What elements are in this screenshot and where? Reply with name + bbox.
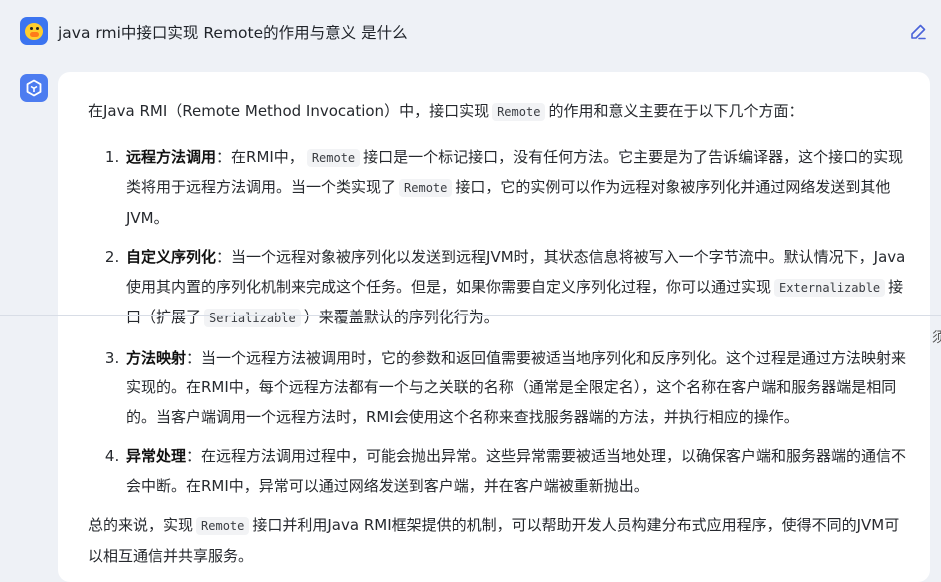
answer-intro: 在Java RMI（Remote Method Invocation）中，接口实… <box>88 97 908 128</box>
item-text: ：当一个远程方法被调用时，它的参数和返回值需要被适当地序列化和反序列化。这个过程… <box>126 348 907 426</box>
item-text: ：在RMI中， <box>216 147 304 166</box>
answer-list: 远程方法调用：在RMI中，Remote接口是一个标记接口，没有任何方法。它主要是… <box>88 143 908 502</box>
screenshot-seam-divider <box>0 315 941 316</box>
clipped-edge-text: 须 <box>932 330 941 346</box>
inline-code: Remote <box>399 179 453 197</box>
user-message-row: java rmi中接口实现 Remote的作用与意义 是什么 <box>0 0 941 66</box>
edit-question-button[interactable] <box>905 19 931 45</box>
inline-code: Remote <box>196 517 250 535</box>
item-title: 远程方法调用 <box>126 147 217 166</box>
assistant-avatar <box>20 74 48 102</box>
item-title: 异常处理 <box>126 447 187 465</box>
list-item: 方法映射：当一个远程方法被调用时，它的参数和返回值需要被适当地序列化和反序列化。… <box>124 344 908 433</box>
edit-icon <box>911 24 926 40</box>
user-question: java rmi中接口实现 Remote的作用与意义 是什么 <box>58 24 408 42</box>
inline-code: Remote <box>306 148 361 167</box>
intro-text: 的作用和意义主要在于以下几个方面： <box>548 102 804 120</box>
duck-beak-icon <box>30 32 39 37</box>
inline-code: Externalizable <box>774 278 886 297</box>
summary-text: 总的来说，实现 <box>88 516 194 534</box>
intro-text: 在Java RMI（Remote Method Invocation）中，接口实… <box>88 102 490 120</box>
user-avatar <box>20 17 48 45</box>
assistant-answer-card: 在Java RMI（Remote Method Invocation）中，接口实… <box>58 72 930 582</box>
answer-content: 在Java RMI（Remote Method Invocation）中，接口实… <box>88 97 908 571</box>
list-item: 自定义序列化：当一个远程对象被序列化以发送到远程JVM时，其状态信息将被写入一个… <box>124 243 908 334</box>
item-title: 自定义序列化 <box>126 248 217 266</box>
answer-summary: 总的来说，实现 Remote 接口并利用Java RMI框架提供的机制，可以帮助开发… <box>88 511 908 571</box>
item-text: ）来覆盖默认的序列化行为。 <box>303 308 499 326</box>
inline-code: Remote <box>492 103 546 121</box>
list-item: 远程方法调用：在RMI中，Remote接口是一个标记接口，没有任何方法。它主要是… <box>124 143 908 234</box>
item-text: ：在远程方法调用过程中，可能会抛出异常。这些异常需要被适当地处理，以确保客户端和… <box>126 447 907 495</box>
duck-eye-right-icon <box>36 27 39 30</box>
inline-code: Serializable <box>204 309 301 327</box>
item-title: 方法映射 <box>126 348 187 367</box>
assistant-logo-icon <box>26 79 42 97</box>
duck-eye-left-icon <box>30 27 33 30</box>
list-item: 异常处理：在远程方法调用过程中，可能会抛出异常。这些异常需要被适当地处理，以确保… <box>124 442 908 501</box>
